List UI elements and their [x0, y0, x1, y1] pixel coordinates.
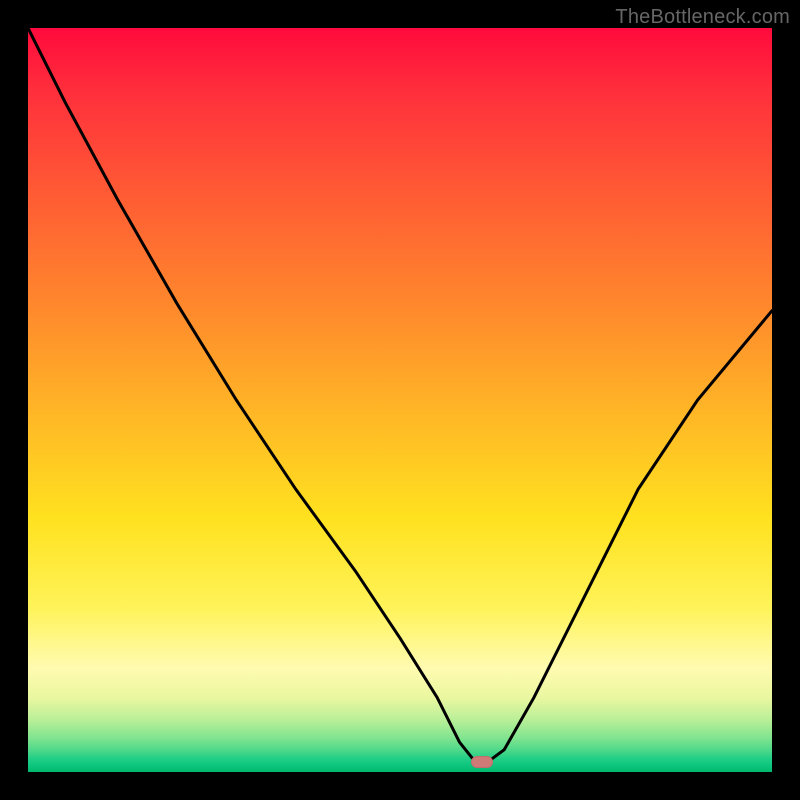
bottleneck-curve — [28, 28, 772, 772]
chart-frame: TheBottleneck.com — [0, 0, 800, 800]
plot-area — [28, 28, 772, 772]
optimal-marker — [471, 756, 493, 768]
watermark-text: TheBottleneck.com — [615, 6, 790, 29]
